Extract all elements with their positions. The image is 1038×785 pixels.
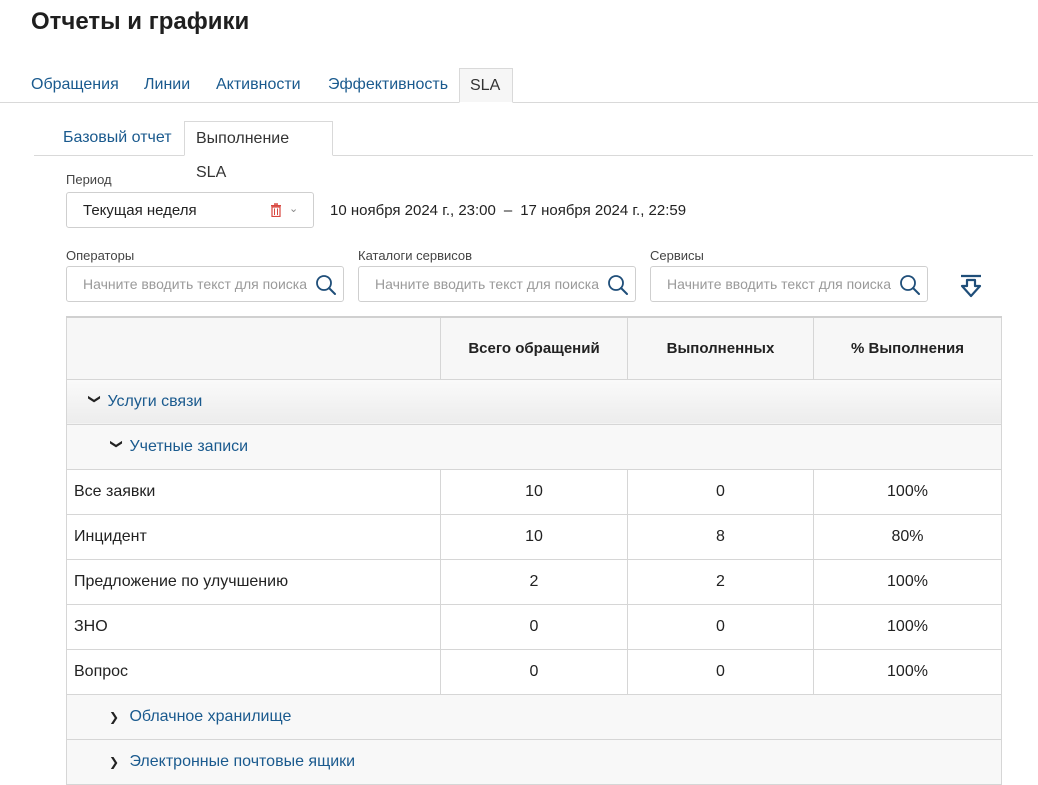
period-select[interactable]: Текущая неделя ⌄ bbox=[66, 192, 314, 228]
row-done: 2 bbox=[627, 558, 814, 605]
table-header-row: Всего обращений Выполненных % Выполнения bbox=[66, 316, 1002, 380]
period-end: 17 ноября 2024 г., 22:59 bbox=[520, 202, 687, 219]
group-toggle[interactable]: ❯ Услуги связи bbox=[87, 393, 202, 410]
row-done: 8 bbox=[627, 513, 814, 560]
header-name bbox=[66, 316, 441, 380]
tab-requests[interactable]: Обращения bbox=[31, 68, 119, 102]
sla-report-table: Всего обращений Выполненных % Выполнения… bbox=[66, 316, 1002, 785]
collapsed-group-toggle[interactable]: ❯ Облачное хранилище bbox=[109, 708, 291, 725]
collapsed-group-row: ❯ Электронные почтовые ящики bbox=[66, 738, 1002, 785]
collapsed-group-label: Облачное хранилище bbox=[129, 707, 292, 725]
subtab-sla-execution[interactable]: Выполнение SLA bbox=[184, 121, 333, 181]
tab-lines[interactable]: Линии bbox=[144, 68, 190, 102]
search-icon[interactable] bbox=[899, 274, 921, 296]
table-row: Вопрос 0 0 100% bbox=[66, 648, 1002, 695]
row-total: 0 bbox=[440, 648, 628, 695]
subgroup-toggle[interactable]: ❯ Учетные записи bbox=[109, 438, 248, 455]
catalogs-search-input[interactable] bbox=[359, 267, 599, 301]
tab-activities[interactable]: Активности bbox=[216, 68, 301, 102]
header-percent[interactable]: % Выполнения bbox=[813, 316, 1002, 380]
collapsed-group-toggle[interactable]: ❯ Электронные почтовые ящики bbox=[109, 753, 355, 770]
subtab-base-report[interactable]: Базовый отчет bbox=[63, 121, 172, 155]
export-icon[interactable] bbox=[958, 274, 984, 300]
operators-search bbox=[66, 266, 344, 302]
chevron-down-icon[interactable]: ⌄ bbox=[289, 202, 298, 215]
services-label: Сервисы bbox=[650, 248, 704, 263]
row-total: 10 bbox=[440, 513, 628, 560]
operators-label: Операторы bbox=[66, 248, 135, 263]
group-label: Услуги связи bbox=[107, 392, 203, 410]
table-row: Предложение по улучшению 2 2 100% bbox=[66, 558, 1002, 605]
row-percent: 80% bbox=[813, 513, 1002, 560]
page-title: Отчеты и графики bbox=[31, 8, 250, 35]
table-row: Инцидент 10 8 80% bbox=[66, 513, 1002, 560]
row-name: Инцидент bbox=[66, 513, 441, 560]
period-start: 10 ноября 2024 г., 23:00 bbox=[330, 202, 496, 219]
group-row: ❯ Услуги связи bbox=[66, 378, 1002, 425]
row-percent: 100% bbox=[813, 558, 1002, 605]
services-search-input[interactable] bbox=[651, 267, 891, 301]
catalogs-search bbox=[358, 266, 636, 302]
row-name: ЗНО bbox=[66, 603, 441, 650]
catalogs-label: Каталоги сервисов bbox=[358, 248, 473, 263]
table-row: ЗНО 0 0 100% bbox=[66, 603, 1002, 650]
row-percent: 100% bbox=[813, 603, 1002, 650]
sub-tabs: Базовый отчет Выполнение SLA bbox=[34, 121, 1033, 181]
row-percent: 100% bbox=[813, 468, 1002, 515]
row-done: 0 bbox=[627, 603, 814, 650]
subgroup-row: ❯ Учетные записи bbox=[66, 423, 1002, 470]
period-separator: – bbox=[503, 202, 513, 219]
subgroup-label: Учетные записи bbox=[129, 437, 249, 455]
period-label: Период bbox=[66, 172, 112, 187]
collapsed-group-label: Электронные почтовые ящики bbox=[129, 752, 356, 770]
chevron-right-icon: ❯ bbox=[109, 754, 120, 769]
collapsed-group-row: ❯ Облачное хранилище bbox=[66, 693, 1002, 740]
row-name: Вопрос bbox=[66, 648, 441, 695]
header-total[interactable]: Всего обращений bbox=[440, 316, 628, 380]
row-done: 0 bbox=[627, 468, 814, 515]
trash-icon[interactable] bbox=[270, 203, 282, 217]
operators-search-input[interactable] bbox=[67, 267, 307, 301]
chevron-right-icon: ❯ bbox=[109, 709, 120, 724]
header-done[interactable]: Выполненных bbox=[627, 316, 814, 380]
row-total: 0 bbox=[440, 603, 628, 650]
row-name: Все заявки bbox=[66, 468, 441, 515]
period-value: Текущая неделя bbox=[83, 202, 197, 219]
chevron-down-icon: ❯ bbox=[110, 438, 124, 449]
row-total: 10 bbox=[440, 468, 628, 515]
search-icon[interactable] bbox=[607, 274, 629, 296]
row-percent: 100% bbox=[813, 648, 1002, 695]
tab-efficiency[interactable]: Эффективность bbox=[328, 68, 448, 102]
chevron-down-icon: ❯ bbox=[88, 393, 102, 404]
table-row: Все заявки 10 0 100% bbox=[66, 468, 1002, 515]
row-done: 0 bbox=[627, 648, 814, 695]
services-search bbox=[650, 266, 928, 302]
search-icon[interactable] bbox=[315, 274, 337, 296]
main-tabs: Обращения Линии Активности Эффективность… bbox=[0, 68, 1038, 103]
tab-sla[interactable]: SLA bbox=[459, 68, 513, 103]
period-range: 10 ноября 2024 г., 23:00–17 ноября 2024 … bbox=[330, 202, 686, 219]
row-name: Предложение по улучшению bbox=[66, 558, 441, 605]
row-total: 2 bbox=[440, 558, 628, 605]
